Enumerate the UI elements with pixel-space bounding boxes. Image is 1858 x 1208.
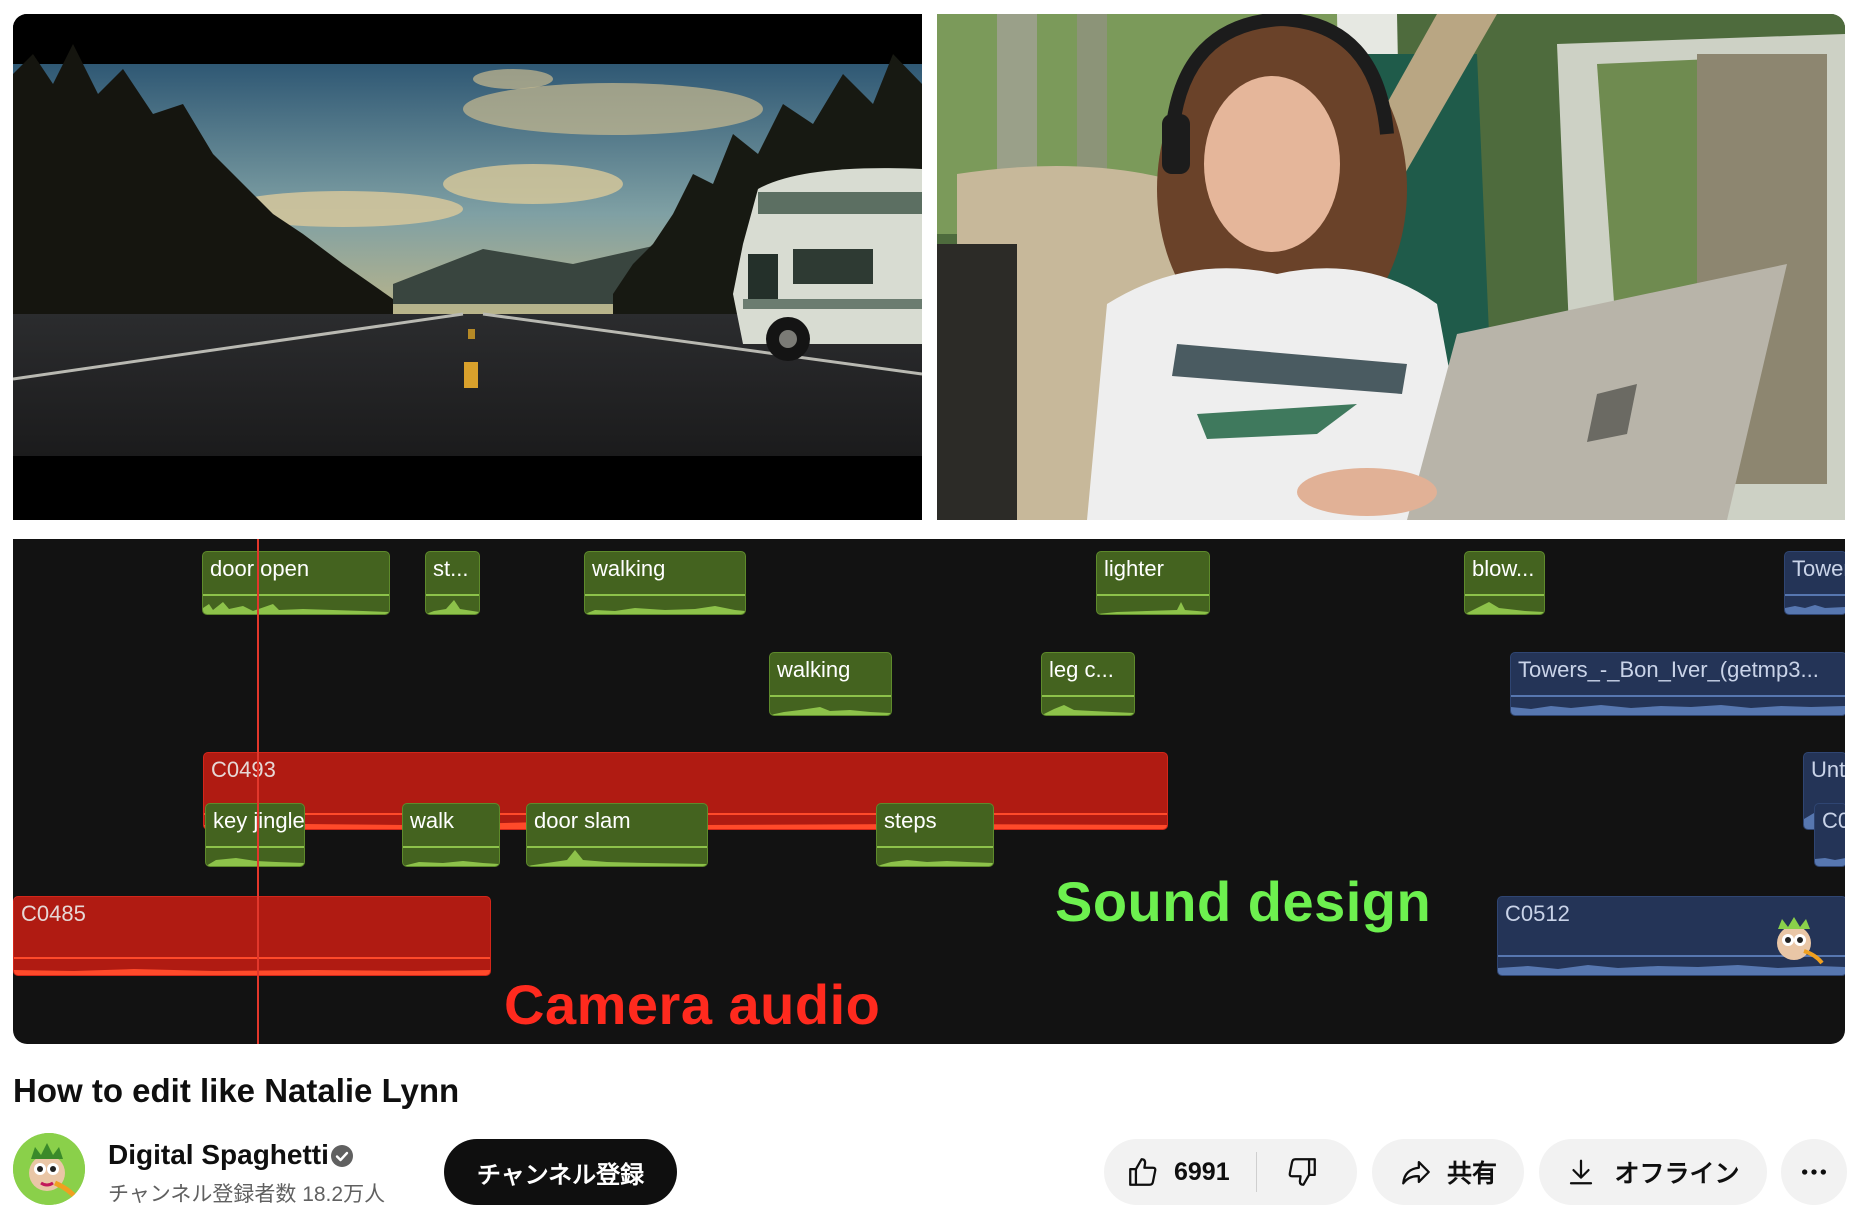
- clip-towers-short[interactable]: Towers: [1784, 551, 1845, 615]
- clip-c0485[interactable]: C0485: [13, 896, 491, 976]
- waveform: [1042, 705, 1134, 715]
- like-button[interactable]: 6991: [1104, 1139, 1256, 1205]
- clip-walking-2[interactable]: walking: [769, 652, 892, 716]
- clip-label: walking: [777, 657, 851, 682]
- video-player[interactable]: door open st... walking lighter blow... …: [13, 14, 1845, 1044]
- clip-label: lighter: [1104, 556, 1164, 581]
- clip-label: C0512: [1505, 901, 1570, 926]
- clip-label: blow...: [1472, 556, 1535, 581]
- clip-label: leg c...: [1049, 657, 1114, 682]
- playhead[interactable]: [257, 539, 259, 1044]
- channel-watermark-icon: [1777, 917, 1824, 965]
- waveform: [1097, 602, 1209, 614]
- clip-towers-long[interactable]: Towers_-_Bon_Iver_(getmp3...: [1510, 652, 1845, 716]
- share-icon: [1402, 1160, 1430, 1185]
- thumbs-down-icon: [1288, 1158, 1316, 1186]
- clip-door-open[interactable]: door open: [202, 551, 390, 615]
- clip-label: C0485: [21, 901, 86, 926]
- more-actions-button[interactable]: [1781, 1139, 1847, 1205]
- waveform: [14, 969, 490, 975]
- clip-walking-1[interactable]: walking: [584, 551, 746, 615]
- editing-timeline[interactable]: door open st... walking lighter blow... …: [13, 539, 1845, 1044]
- video-frame-editor-scene: [937, 14, 1845, 520]
- clip-label: walking: [592, 556, 666, 581]
- waveform: [426, 600, 479, 614]
- volume-line: [14, 957, 490, 959]
- waveform: [877, 860, 993, 866]
- clip-label: walk: [410, 808, 455, 833]
- like-dislike-group: 6991: [1104, 1139, 1357, 1205]
- clip-blow[interactable]: blow...: [1464, 551, 1545, 615]
- waveform: [206, 858, 304, 866]
- clip-leg[interactable]: leg c...: [1041, 652, 1135, 716]
- clip-label: door slam: [534, 808, 631, 833]
- clip-label: C0493: [211, 757, 276, 782]
- waveform: [1511, 705, 1845, 715]
- more-horizontal-icon: [1802, 1169, 1826, 1175]
- clip-st[interactable]: st...: [425, 551, 480, 615]
- clip-label: steps: [884, 808, 937, 833]
- clip-label: C0: [1822, 808, 1845, 833]
- clip-key-jingle[interactable]: key jingle: [205, 803, 305, 867]
- clip-label: Untit: [1811, 757, 1845, 782]
- download-icon: [1570, 1159, 1593, 1185]
- waveform: [1815, 858, 1845, 866]
- subscribe-button[interactable]: チャンネル登録: [444, 1139, 677, 1205]
- waveform: [527, 850, 707, 866]
- thumbs-up-icon: [1129, 1158, 1157, 1186]
- clip-label: Towers_-_Bon_Iver_(getmp3...: [1518, 657, 1819, 682]
- like-count: 6991: [1174, 1157, 1230, 1186]
- download-button[interactable]: オフライン: [1539, 1139, 1767, 1205]
- video-title: How to edit like Natalie Lynn: [13, 1072, 460, 1109]
- clip-walk[interactable]: walk: [402, 803, 500, 867]
- clip-steps[interactable]: steps: [876, 803, 994, 867]
- clip-co[interactable]: C0: [1814, 803, 1845, 867]
- channel-avatar-icon: [13, 1133, 85, 1205]
- subscriber-count: チャンネル登録者数 18.2万人: [108, 1183, 386, 1206]
- video-frame-road-scene: [13, 14, 922, 520]
- waveform: [403, 861, 499, 866]
- camera-audio-caption: Camera audio: [504, 973, 881, 1036]
- clip-door-slam[interactable]: door slam: [526, 803, 708, 867]
- clip-label: door open: [210, 556, 310, 581]
- share-button[interactable]: 共有: [1372, 1139, 1524, 1205]
- waveform: [1465, 602, 1544, 614]
- verified-badge-icon: [331, 1145, 353, 1167]
- download-label: オフライン: [1614, 1160, 1740, 1188]
- waveform: [770, 707, 891, 715]
- waveform: [1785, 605, 1845, 614]
- channel-avatar[interactable]: [13, 1133, 85, 1205]
- waveform: [203, 602, 389, 614]
- clip-label: st...: [433, 556, 469, 581]
- channel-name[interactable]: Digital Spaghetti: [108, 1139, 329, 1171]
- clip-label: Towers: [1792, 556, 1845, 581]
- sound-design-caption: Sound design: [1055, 870, 1432, 933]
- clip-lighter[interactable]: lighter: [1096, 551, 1210, 615]
- waveform: [585, 606, 745, 614]
- dislike-button[interactable]: [1257, 1139, 1347, 1205]
- share-label: 共有: [1446, 1160, 1497, 1188]
